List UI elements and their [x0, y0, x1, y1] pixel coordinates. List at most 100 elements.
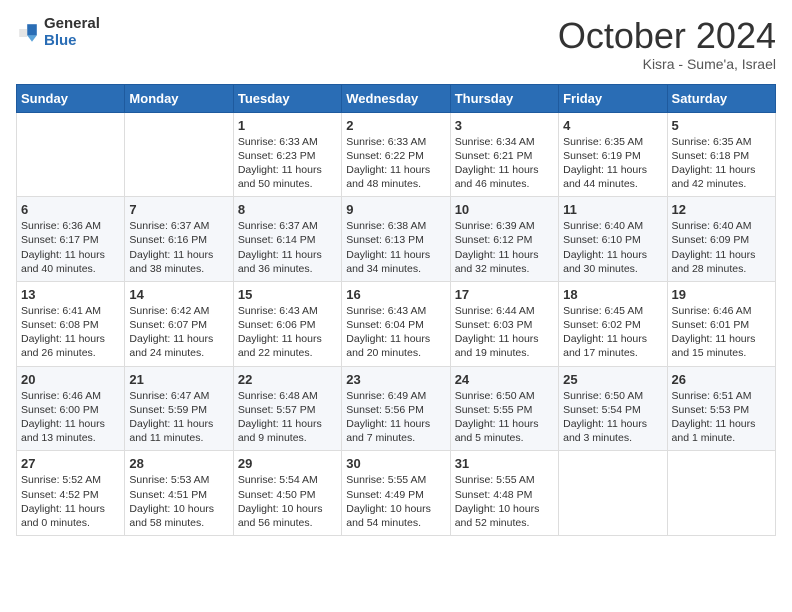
location: Kisra - Sume'a, Israel — [558, 56, 776, 72]
weekday-header-tuesday: Tuesday — [233, 84, 341, 112]
day-number: 8 — [238, 202, 337, 217]
cell-content: Sunrise: 6:39 AMSunset: 6:12 PMDaylight:… — [455, 219, 554, 276]
calendar-cell: 21Sunrise: 6:47 AMSunset: 5:59 PMDayligh… — [125, 366, 233, 451]
cell-content: Sunrise: 6:33 AMSunset: 6:22 PMDaylight:… — [346, 135, 445, 192]
cell-content: Sunrise: 5:55 AMSunset: 4:49 PMDaylight:… — [346, 473, 445, 530]
daylight-text: Daylight: 10 hours and 52 minutes. — [455, 503, 540, 529]
day-number: 7 — [129, 202, 228, 217]
weekday-header-saturday: Saturday — [667, 84, 775, 112]
weekday-header-thursday: Thursday — [450, 84, 558, 112]
calendar-cell: 22Sunrise: 6:48 AMSunset: 5:57 PMDayligh… — [233, 366, 341, 451]
cell-content: Sunrise: 6:37 AMSunset: 6:16 PMDaylight:… — [129, 219, 228, 276]
daylight-text: Daylight: 11 hours and 48 minutes. — [346, 164, 430, 190]
sunset-text: Sunset: 6:21 PM — [455, 150, 533, 162]
logo-text: General Blue — [44, 16, 100, 49]
sunrise-text: Sunrise: 6:48 AM — [238, 390, 318, 402]
day-number: 29 — [238, 456, 337, 471]
day-number: 1 — [238, 118, 337, 133]
day-number: 30 — [346, 456, 445, 471]
cell-content: Sunrise: 6:47 AMSunset: 5:59 PMDaylight:… — [129, 389, 228, 446]
day-number: 19 — [672, 287, 771, 302]
daylight-text: Daylight: 11 hours and 34 minutes. — [346, 249, 430, 275]
calendar-cell: 9 Sunrise: 6:38 AMSunset: 6:13 PMDaylight… — [342, 197, 450, 282]
sunset-text: Sunset: 6:13 PM — [346, 234, 424, 246]
sunset-text: Sunset: 5:57 PM — [238, 404, 316, 416]
calendar-cell: 16Sunrise: 6:43 AMSunset: 6:04 PMDayligh… — [342, 281, 450, 366]
sunrise-text: Sunrise: 6:35 AM — [672, 136, 752, 148]
month-title: October 2024 — [558, 16, 776, 56]
day-number: 10 — [455, 202, 554, 217]
sunrise-text: Sunrise: 6:41 AM — [21, 305, 101, 317]
day-number: 2 — [346, 118, 445, 133]
daylight-text: Daylight: 11 hours and 17 minutes. — [563, 333, 647, 359]
sunrise-text: Sunrise: 6:46 AM — [21, 390, 101, 402]
calendar-cell: 27Sunrise: 5:52 AMSunset: 4:52 PMDayligh… — [17, 451, 125, 536]
sunset-text: Sunset: 6:03 PM — [455, 319, 533, 331]
day-number: 24 — [455, 372, 554, 387]
sunset-text: Sunset: 6:01 PM — [672, 319, 750, 331]
calendar-cell: 31Sunrise: 5:55 AMSunset: 4:48 PMDayligh… — [450, 451, 558, 536]
sunrise-text: Sunrise: 5:55 AM — [346, 474, 426, 486]
sunset-text: Sunset: 6:12 PM — [455, 234, 533, 246]
sunset-text: Sunset: 6:06 PM — [238, 319, 316, 331]
sunrise-text: Sunrise: 6:42 AM — [129, 305, 209, 317]
day-number: 15 — [238, 287, 337, 302]
sunset-text: Sunset: 4:51 PM — [129, 489, 207, 501]
sunset-text: Sunset: 6:16 PM — [129, 234, 207, 246]
daylight-text: Daylight: 11 hours and 38 minutes. — [129, 249, 213, 275]
calendar-week-4: 20Sunrise: 6:46 AMSunset: 6:00 PMDayligh… — [17, 366, 776, 451]
day-number: 12 — [672, 202, 771, 217]
sunset-text: Sunset: 6:22 PM — [346, 150, 424, 162]
calendar-cell: 20Sunrise: 6:46 AMSunset: 6:00 PMDayligh… — [17, 366, 125, 451]
cell-content: Sunrise: 6:43 AMSunset: 6:06 PMDaylight:… — [238, 304, 337, 361]
calendar-cell: 26Sunrise: 6:51 AMSunset: 5:53 PMDayligh… — [667, 366, 775, 451]
calendar-cell: 24 Sunrise: 6:50 AMSunset: 5:55 PMDayligh… — [450, 366, 558, 451]
logo-blue-text: Blue — [44, 33, 100, 50]
sunrise-text: Sunrise: 6:39 AM — [455, 220, 535, 232]
daylight-text: Daylight: 11 hours and 5 minutes. — [455, 418, 539, 444]
calendar-cell: 11Sunrise: 6:40 AMSunset: 6:10 PMDayligh… — [559, 197, 667, 282]
cell-content: Sunrise: 5:52 AMSunset: 4:52 PMDaylight:… — [21, 473, 120, 530]
day-number: 28 — [129, 456, 228, 471]
sunset-text: Sunset: 4:48 PM — [455, 489, 533, 501]
daylight-text: Daylight: 11 hours and 7 minutes. — [346, 418, 430, 444]
sunset-text: Sunset: 5:54 PM — [563, 404, 641, 416]
day-number: 5 — [672, 118, 771, 133]
calendar-cell: 5Sunrise: 6:35 AMSunset: 6:18 PMDaylight… — [667, 112, 775, 197]
cell-content: Sunrise: 6:48 AMSunset: 5:57 PMDaylight:… — [238, 389, 337, 446]
daylight-text: Daylight: 11 hours and 19 minutes. — [455, 333, 539, 359]
cell-content: Sunrise: 6:45 AMSunset: 6:02 PMDaylight:… — [563, 304, 662, 361]
daylight-text: Daylight: 11 hours and 11 minutes. — [129, 418, 213, 444]
day-number: 20 — [21, 372, 120, 387]
daylight-text: Daylight: 11 hours and 20 minutes. — [346, 333, 430, 359]
sunrise-text: Sunrise: 6:46 AM — [672, 305, 752, 317]
sunset-text: Sunset: 6:18 PM — [672, 150, 750, 162]
day-number: 9 — [346, 202, 445, 217]
daylight-text: Daylight: 11 hours and 26 minutes. — [21, 333, 105, 359]
calendar-cell: 25Sunrise: 6:50 AMSunset: 5:54 PMDayligh… — [559, 366, 667, 451]
day-number: 3 — [455, 118, 554, 133]
calendar-header: SundayMondayTuesdayWednesdayThursdayFrid… — [17, 84, 776, 112]
sunset-text: Sunset: 4:52 PM — [21, 489, 99, 501]
daylight-text: Daylight: 10 hours and 58 minutes. — [129, 503, 214, 529]
day-number: 11 — [563, 202, 662, 217]
sunrise-text: Sunrise: 6:49 AM — [346, 390, 426, 402]
day-number: 13 — [21, 287, 120, 302]
cell-content: Sunrise: 6:35 AMSunset: 6:18 PMDaylight:… — [672, 135, 771, 192]
day-number: 26 — [672, 372, 771, 387]
calendar-cell: 29Sunrise: 5:54 AMSunset: 4:50 PMDayligh… — [233, 451, 341, 536]
weekday-header-monday: Monday — [125, 84, 233, 112]
day-number: 25 — [563, 372, 662, 387]
daylight-text: Daylight: 11 hours and 13 minutes. — [21, 418, 105, 444]
sunrise-text: Sunrise: 6:50 AM — [563, 390, 643, 402]
cell-content: Sunrise: 6:50 AMSunset: 5:55 PMDaylight:… — [455, 389, 554, 446]
sunrise-text: Sunrise: 6:43 AM — [238, 305, 318, 317]
calendar-cell: 14Sunrise: 6:42 AMSunset: 6:07 PMDayligh… — [125, 281, 233, 366]
cell-content: Sunrise: 6:49 AM Sunset: 5:56 PM Daylight:… — [346, 389, 445, 446]
calendar-cell: 23Sunrise: 6:49 AMSunset: 5:56 PMDayligh… — [342, 366, 450, 451]
cell-content: Sunrise: 6:38 AMSunset: 6:13 PMDaylight:… — [346, 219, 445, 276]
calendar-cell — [667, 451, 775, 536]
sunset-text: Sunset: 5:56 PM — [346, 404, 424, 416]
day-number: 14 — [129, 287, 228, 302]
logo-icon — [16, 21, 40, 45]
